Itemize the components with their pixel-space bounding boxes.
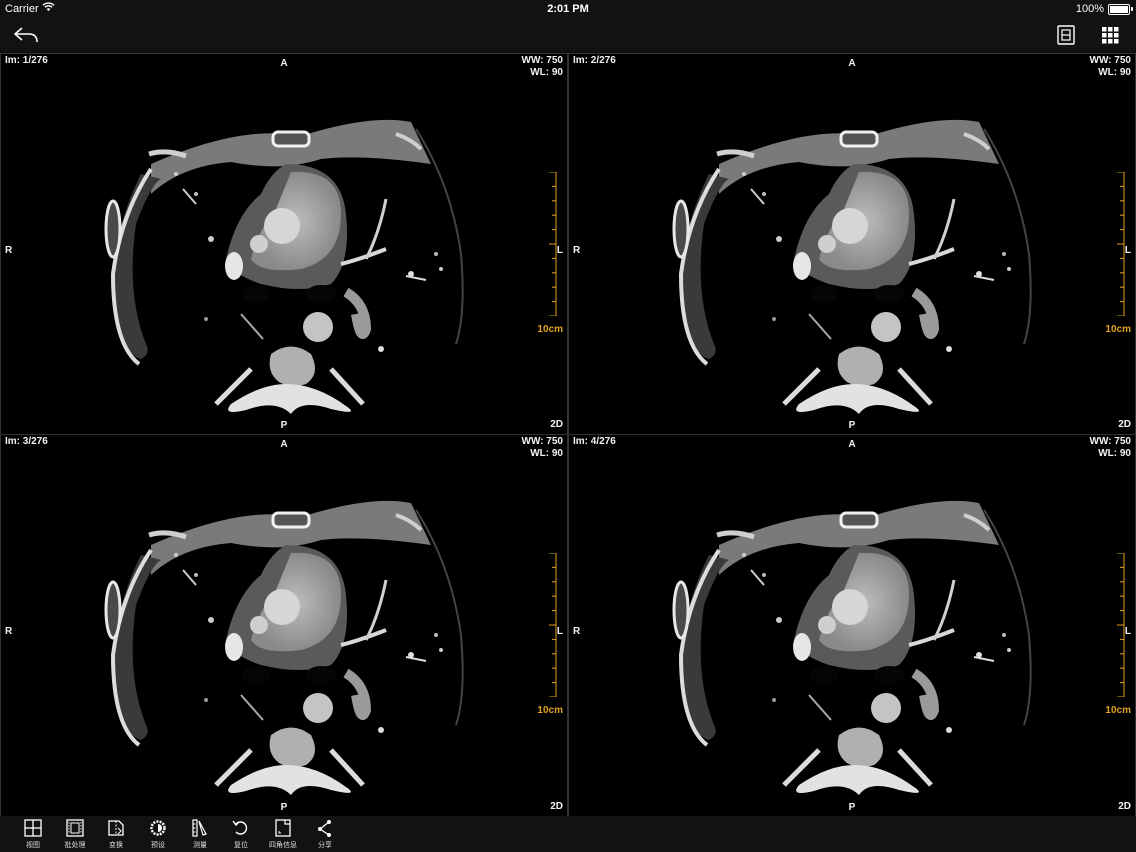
view-mode: 2D bbox=[550, 419, 563, 430]
ct-image[interactable] bbox=[1, 435, 567, 815]
share-icon bbox=[318, 820, 331, 837]
transform-label: 变换 bbox=[109, 842, 123, 849]
scale-label: 10cm bbox=[1105, 324, 1131, 335]
orientation-top: A bbox=[280, 439, 288, 450]
single-view-icon[interactable] bbox=[1055, 24, 1077, 46]
corner-info-icon bbox=[275, 819, 291, 837]
ct-image[interactable] bbox=[1, 54, 567, 434]
ct-image[interactable] bbox=[569, 435, 1135, 815]
orientation-bottom: P bbox=[280, 420, 288, 431]
battery-percent: 100% bbox=[1075, 3, 1104, 15]
share-label: 分享 bbox=[318, 842, 332, 849]
view-button[interactable]: 视图 bbox=[13, 816, 53, 852]
orientation-left: R bbox=[573, 245, 581, 256]
orientation-bottom: P bbox=[280, 802, 288, 813]
grid-view-icon bbox=[24, 819, 42, 837]
measure-button[interactable]: 测量 bbox=[180, 816, 220, 852]
orientation-left: R bbox=[573, 626, 581, 637]
scale-label: 10cm bbox=[1105, 705, 1131, 716]
orientation-left: R bbox=[5, 626, 13, 637]
reset-button[interactable]: 复位 bbox=[221, 816, 261, 852]
film-icon bbox=[66, 819, 84, 837]
batch-button[interactable]: 批处理 bbox=[55, 816, 95, 852]
viewport-1[interactable]: Im: 1/276 WW: 750 WL: 90 A P R L 10cm 2D bbox=[1, 54, 567, 434]
reset-icon bbox=[232, 820, 248, 835]
status-bar: Carrier 2:01 PM 100% bbox=[0, 0, 1136, 18]
transform-button[interactable]: 变换 bbox=[96, 816, 136, 852]
share-button[interactable]: 分享 bbox=[305, 816, 345, 852]
ct-image[interactable] bbox=[569, 54, 1135, 434]
preset-label: 预设 bbox=[151, 842, 165, 849]
corner-info-label: 四角信息 bbox=[269, 842, 297, 849]
measure-icon bbox=[192, 819, 207, 837]
preset-button[interactable]: 预设 bbox=[138, 816, 178, 852]
view-mode: 2D bbox=[1118, 801, 1131, 812]
transform-icon bbox=[108, 820, 124, 836]
orientation-right: L bbox=[556, 245, 563, 256]
battery-icon bbox=[1108, 4, 1130, 15]
viewer-grid: Im: 1/276 WW: 750 WL: 90 A P R L 10cm 2D… bbox=[0, 53, 1136, 816]
scale-ruler bbox=[549, 553, 557, 697]
battery-tip bbox=[1131, 7, 1133, 11]
scale-ruler bbox=[1117, 172, 1125, 316]
orientation-left: R bbox=[5, 245, 13, 256]
scale-label: 10cm bbox=[537, 705, 563, 716]
top-toolbar bbox=[0, 18, 1136, 53]
clock: 2:01 PM bbox=[547, 3, 589, 15]
orientation-top: A bbox=[848, 439, 856, 450]
view-mode: 2D bbox=[550, 801, 563, 812]
back-icon[interactable] bbox=[12, 24, 40, 46]
orientation-top: A bbox=[848, 58, 856, 69]
orientation-bottom: P bbox=[848, 802, 856, 813]
scale-label: 10cm bbox=[537, 324, 563, 335]
batch-label: 批处理 bbox=[64, 842, 86, 849]
measure-label: 测量 bbox=[193, 842, 207, 849]
preset-icon bbox=[150, 820, 166, 836]
orientation-right: L bbox=[1124, 245, 1131, 256]
reset-label: 复位 bbox=[234, 842, 248, 849]
orientation-top: A bbox=[280, 58, 288, 69]
orientation-right: L bbox=[1124, 626, 1131, 637]
viewport-4[interactable]: Im: 4/276 WW: 750 WL: 90 A P R L 10cm 2D bbox=[569, 435, 1135, 816]
scale-ruler bbox=[549, 172, 557, 316]
view-mode: 2D bbox=[1118, 419, 1131, 430]
bottom-toolbar: 视图 批处理 变换 预设 测量 复位 四角信息 分享 bbox=[0, 816, 1136, 852]
grid-layout-icon[interactable] bbox=[1099, 24, 1121, 46]
viewport-2[interactable]: Im: 2/276 WW: 750 WL: 90 A P R L 10cm 2D bbox=[569, 54, 1135, 434]
orientation-right: L bbox=[556, 626, 563, 637]
scale-ruler bbox=[1117, 553, 1125, 697]
corner-info-button[interactable]: 四角信息 bbox=[263, 816, 303, 852]
view-label: 视图 bbox=[26, 842, 40, 849]
viewport-3[interactable]: Im: 3/276 WW: 750 WL: 90 A P R L 10cm 2D bbox=[1, 435, 567, 816]
orientation-bottom: P bbox=[848, 420, 856, 431]
